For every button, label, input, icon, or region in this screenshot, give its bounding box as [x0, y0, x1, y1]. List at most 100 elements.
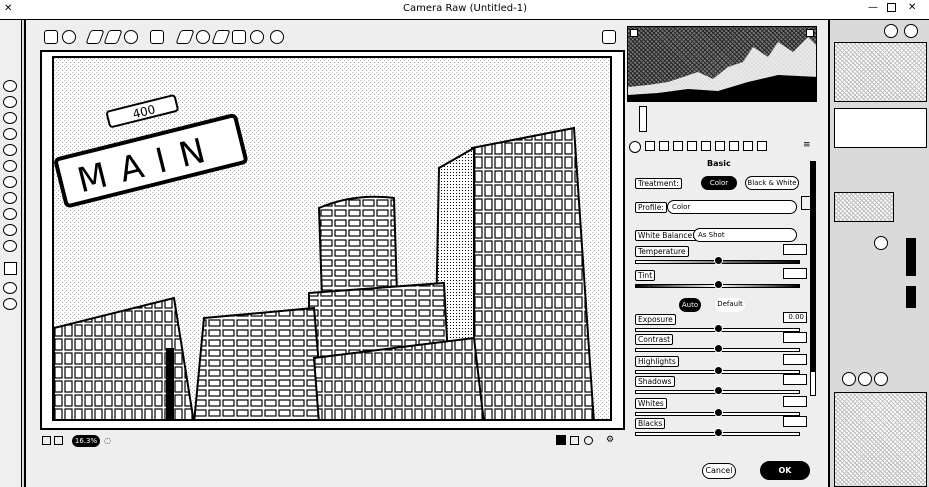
exposure-slider-thumb[interactable]: [714, 324, 723, 333]
minimize-icon[interactable]: —: [868, 2, 878, 13]
crop-tool-icon[interactable]: [150, 30, 164, 44]
view-mode-icon[interactable]: [42, 436, 51, 445]
adjustment-brush-tool-icon[interactable]: [232, 30, 246, 44]
panel-menu-icon[interactable]: ≡: [803, 140, 811, 150]
panel-icon[interactable]: [884, 24, 898, 38]
exposure-slider[interactable]: [635, 324, 800, 333]
tab-tone-curve-icon[interactable]: [645, 141, 655, 151]
tool-icon[interactable]: [3, 96, 17, 108]
foreground-color-swatch[interactable]: [4, 262, 17, 275]
tool-icon[interactable]: [3, 298, 17, 310]
histogram-graph: [628, 37, 816, 101]
auto-button[interactable]: Auto: [679, 298, 701, 312]
settings-icon[interactable]: ⚙: [606, 435, 614, 445]
targeted-adjustment-tool-icon[interactable]: [124, 30, 138, 44]
treatment-bw-button[interactable]: Black & White: [745, 176, 799, 190]
profile-select[interactable]: Color: [667, 200, 797, 214]
tint-slider-thumb[interactable]: [714, 280, 723, 289]
tab-calibration-icon[interactable]: [729, 141, 739, 151]
white-balance-select[interactable]: As Shot: [693, 228, 797, 242]
tab-lens-icon[interactable]: [701, 141, 711, 151]
zoom-level[interactable]: 16.3%: [72, 435, 100, 447]
highlights-slider-thumb[interactable]: [714, 366, 723, 375]
tab-snapshots-icon[interactable]: [757, 141, 767, 151]
window-close-icon[interactable]: ✕: [908, 2, 916, 13]
tool-icon[interactable]: [3, 128, 17, 140]
tool-icon[interactable]: [3, 80, 17, 92]
tool-icon[interactable]: [3, 176, 17, 188]
radial-filter-tool-icon[interactable]: [270, 30, 284, 44]
whites-slider[interactable]: [635, 408, 800, 417]
image-preview[interactable]: 400 MAIN: [52, 56, 612, 421]
default-button[interactable]: Default: [715, 298, 745, 312]
close-icon[interactable]: ✕: [4, 3, 12, 14]
highlights-value[interactable]: [783, 354, 807, 365]
tab-basic-icon[interactable]: [629, 141, 641, 153]
shadow-clipping-icon[interactable]: [630, 29, 638, 37]
layer-action-icon[interactable]: [858, 372, 872, 386]
white-balance-tool-icon[interactable]: [85, 30, 105, 44]
red-eye-tool-icon[interactable]: [211, 30, 231, 44]
swap-settings-icon[interactable]: [570, 436, 579, 445]
treatment-color-button[interactable]: Color: [701, 176, 737, 190]
shadows-slider[interactable]: [635, 386, 800, 395]
shadows-value[interactable]: [783, 374, 807, 385]
zoom-menu-icon[interactable]: ◌: [104, 436, 111, 445]
contrast-slider-thumb[interactable]: [714, 344, 723, 353]
panel-icon[interactable]: [904, 24, 918, 38]
tool-icon[interactable]: [3, 224, 17, 236]
tint-slider[interactable]: [635, 280, 800, 289]
contrast-value[interactable]: [783, 332, 807, 343]
layer-action-icon[interactable]: [874, 372, 888, 386]
whites-value[interactable]: [783, 396, 807, 407]
preview-frame: 400 MAIN: [40, 50, 625, 430]
spot-removal-tool-icon[interactable]: [196, 30, 210, 44]
tool-icon[interactable]: [3, 144, 17, 156]
panel-scrollbar[interactable]: [810, 161, 816, 396]
highlights-slider[interactable]: [635, 366, 800, 375]
auto-label: Auto: [681, 301, 699, 309]
zoom-tool-icon[interactable]: [44, 30, 58, 44]
tool-icon[interactable]: [3, 192, 17, 204]
panel-block: [834, 392, 927, 487]
before-after-toggle-icon[interactable]: [556, 435, 566, 445]
fullscreen-tool-icon[interactable]: [602, 30, 616, 44]
tool-icon[interactable]: [3, 208, 17, 220]
scrollbar-thumb[interactable]: [811, 162, 815, 372]
tint-value[interactable]: [783, 268, 807, 279]
layer-action-icon[interactable]: [842, 372, 856, 386]
tool-icon[interactable]: [3, 160, 17, 172]
color-sampler-tool-icon[interactable]: [103, 30, 123, 44]
hand-tool-icon[interactable]: [62, 30, 76, 44]
tool-icon[interactable]: [3, 240, 17, 252]
graduated-filter-tool-icon[interactable]: [250, 30, 264, 44]
copy-settings-icon[interactable]: [584, 436, 593, 445]
restore-icon[interactable]: [887, 3, 896, 12]
tool-icon[interactable]: [3, 282, 17, 294]
scroll-handle[interactable]: [906, 286, 916, 308]
tab-detail-icon[interactable]: [659, 141, 669, 151]
blacks-slider-thumb[interactable]: [714, 428, 723, 437]
cancel-button[interactable]: Cancel: [702, 463, 736, 479]
tool-icon[interactable]: [3, 112, 17, 124]
blacks-slider[interactable]: [635, 428, 800, 437]
straighten-tool-icon[interactable]: [175, 30, 195, 44]
contrast-slider[interactable]: [635, 344, 800, 353]
blacks-value[interactable]: [783, 416, 807, 427]
tab-hsl-icon[interactable]: [673, 141, 683, 151]
scroll-handle[interactable]: [906, 238, 916, 276]
compare-view-icon[interactable]: [54, 436, 63, 445]
ok-button[interactable]: OK: [760, 461, 810, 480]
tab-presets-icon[interactable]: [743, 141, 753, 151]
tab-effects-icon[interactable]: [715, 141, 725, 151]
highlight-clipping-icon[interactable]: [806, 29, 814, 37]
shadows-slider-thumb[interactable]: [714, 386, 723, 395]
tab-split-toning-icon[interactable]: [687, 141, 697, 151]
whites-slider-thumb[interactable]: [714, 408, 723, 417]
exposure-value[interactable]: 0.00: [783, 312, 807, 323]
lock-icon[interactable]: [874, 236, 888, 250]
default-label: Default: [717, 300, 743, 308]
temperature-value[interactable]: [783, 244, 807, 255]
temperature-slider[interactable]: [635, 256, 800, 265]
temperature-slider-thumb[interactable]: [714, 256, 723, 265]
